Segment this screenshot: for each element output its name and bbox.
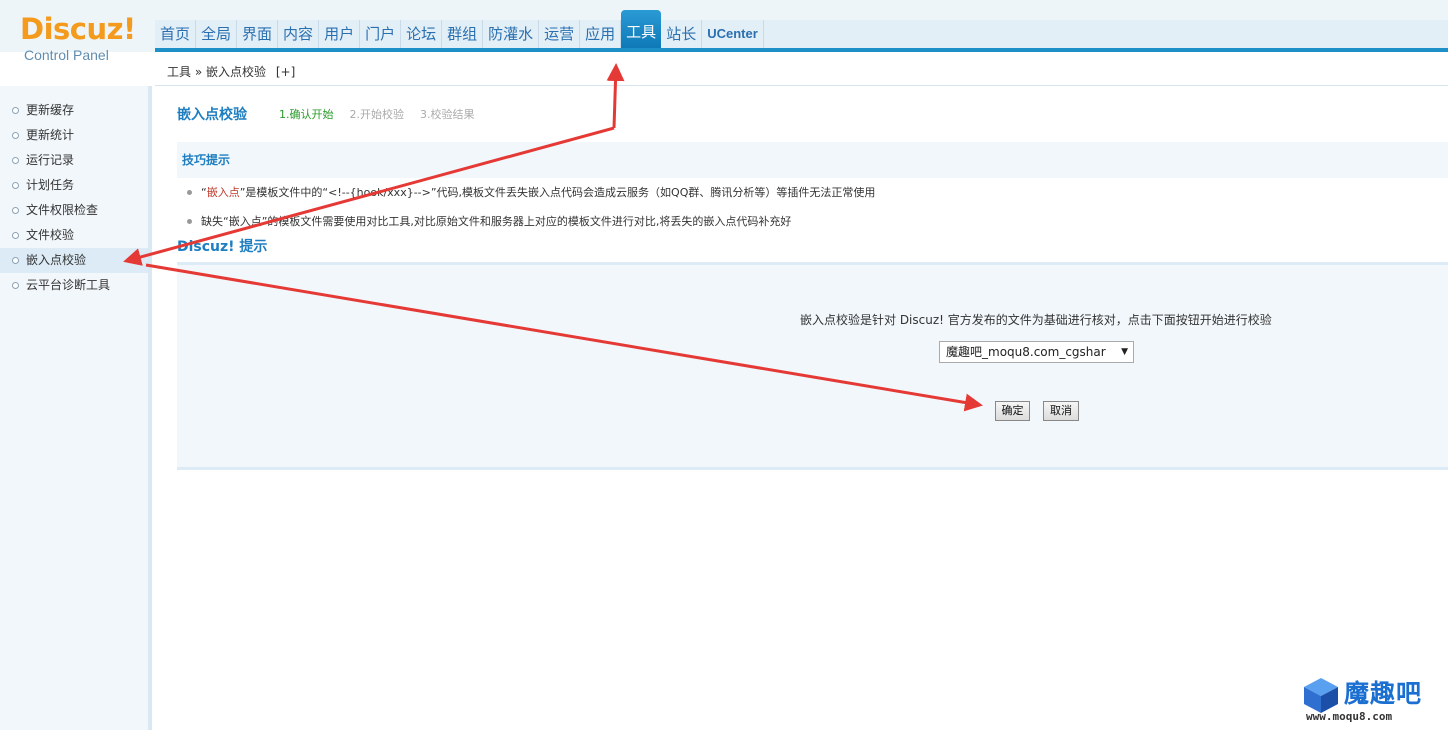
sidebar-item-label: 云平台诊断工具 bbox=[26, 278, 111, 292]
nav-item-admin[interactable]: 站长 bbox=[661, 20, 703, 48]
bullet-icon bbox=[12, 257, 19, 264]
chevron-down-icon: ▼ bbox=[1121, 347, 1128, 357]
sidebar-item-label: 更新统计 bbox=[26, 128, 75, 142]
logo[interactable]: Discuz! Control Panel bbox=[0, 0, 152, 86]
sidebar-item-label: 运行记录 bbox=[26, 153, 75, 167]
notice-box: 嵌入点校验是针对 Discuz! 官方发布的文件为基础进行核对，点击下面按钮开始… bbox=[177, 262, 1448, 470]
nav-item-antispam[interactable]: 防灌水 bbox=[483, 20, 540, 48]
breadcrumb-add-link[interactable]: [+] bbox=[276, 65, 295, 79]
select-value: 魔趣吧_moqu8.com_cgshar bbox=[946, 345, 1106, 359]
sidebar-item-file-perms[interactable]: 文件权限检查 bbox=[0, 198, 148, 223]
nav-item-app[interactable]: 应用 bbox=[580, 20, 622, 48]
tip-text-post: ”是模板文件中的“<!--{hook/xxx}-->”代码,模板文件丢失嵌入点代… bbox=[239, 186, 876, 199]
sidebar-item-file-check[interactable]: 文件校验 bbox=[0, 223, 148, 248]
logo-subtitle: Control Panel bbox=[24, 47, 109, 63]
nav-item-home[interactable]: 首页 bbox=[155, 20, 197, 48]
notice-message: 嵌入点校验是针对 Discuz! 官方发布的文件为基础进行核对，点击下面按钮开始… bbox=[800, 313, 1272, 327]
nav-item-tools[interactable]: 工具 bbox=[621, 10, 662, 48]
bullet-icon bbox=[187, 219, 192, 224]
nav-item-portal[interactable]: 门户 bbox=[360, 20, 402, 48]
sidebar-item-label: 文件校验 bbox=[26, 228, 75, 242]
nav-item-forum[interactable]: 论坛 bbox=[401, 20, 443, 48]
bullet-icon bbox=[12, 207, 19, 214]
sidebar-item-update-cache[interactable]: 更新缓存 bbox=[0, 98, 148, 123]
tip-item: 缺失“嵌入点”的模板文件需要使用对比工具,对比原始文件和服务器上对应的模板文件进… bbox=[187, 207, 1448, 236]
sidebar-item-run-log[interactable]: 运行记录 bbox=[0, 148, 148, 173]
template-select[interactable]: 魔趣吧_moqu8.com_cgshar ▼ bbox=[939, 341, 1134, 363]
breadcrumb-separator: » bbox=[194, 65, 203, 79]
sidebar-item-label: 计划任务 bbox=[26, 178, 75, 192]
bullet-icon bbox=[12, 282, 19, 289]
breadcrumb: 工具 » 嵌入点校验 [+] bbox=[167, 63, 295, 80]
tip-highlight: 嵌入点 bbox=[206, 186, 240, 199]
cancel-button[interactable]: 取消 bbox=[1043, 401, 1079, 421]
tips-header: 技巧提示 bbox=[177, 142, 1448, 178]
nav-item-operation[interactable]: 运营 bbox=[539, 20, 581, 48]
title-row: 嵌入点校验 1.确认开始 2.开始校验 3.校验结果 bbox=[177, 100, 1448, 128]
nav-item-ucenter[interactable]: UCenter bbox=[702, 20, 764, 48]
bullet-icon bbox=[187, 190, 192, 195]
step-start: 2.开始校验 bbox=[349, 108, 405, 121]
step-confirm: 1.确认开始 bbox=[279, 108, 334, 121]
nav-item-user[interactable]: 用户 bbox=[319, 20, 361, 48]
breadcrumb-page: 嵌入点校验 bbox=[206, 65, 267, 79]
sidebar-item-label: 嵌入点校验 bbox=[26, 253, 87, 267]
sidebar-item-update-stats[interactable]: 更新统计 bbox=[0, 123, 148, 148]
bullet-icon bbox=[12, 232, 19, 239]
watermark: 魔趣吧 www.moqu8.com bbox=[1300, 674, 1440, 726]
notice-title: Discuz! 提示 bbox=[177, 239, 268, 255]
step-result: 3.校验结果 bbox=[420, 108, 475, 121]
logo-text: Discuz! bbox=[20, 12, 136, 46]
sidebar-item-hook-check[interactable]: 嵌入点校验 bbox=[0, 248, 148, 273]
tip-item: “嵌入点”是模板文件中的“<!--{hook/xxx}-->”代码,模板文件丢失… bbox=[187, 178, 1448, 207]
main-content: 嵌入点校验 1.确认开始 2.开始校验 3.校验结果 技巧提示 “嵌入点”是模板… bbox=[177, 100, 1448, 236]
cube-logo-icon bbox=[1304, 678, 1338, 713]
tip-text-pre: 缺失“嵌入点”的模板文件需要使用对比工具,对比原始文件和服务器上对应的模板文件进… bbox=[201, 215, 792, 228]
sidebar: 更新缓存 更新统计 运行记录 计划任务 文件权限检查 文件校验 嵌入点校验 云平… bbox=[0, 86, 152, 730]
breadcrumb-section[interactable]: 工具 bbox=[167, 65, 191, 79]
nav-item-global[interactable]: 全局 bbox=[196, 20, 238, 48]
nav-item-group[interactable]: 群组 bbox=[442, 20, 484, 48]
page-title: 嵌入点校验 bbox=[177, 107, 247, 123]
tips-list: “嵌入点”是模板文件中的“<!--{hook/xxx}-->”代码,模板文件丢失… bbox=[177, 178, 1448, 236]
sidebar-item-label: 更新缓存 bbox=[26, 103, 75, 117]
confirm-button[interactable]: 确定 bbox=[995, 401, 1030, 421]
sidebar-item-cron[interactable]: 计划任务 bbox=[0, 173, 148, 198]
sidebar-item-cloud-diagnose[interactable]: 云平台诊断工具 bbox=[0, 273, 148, 298]
bullet-icon bbox=[12, 157, 19, 164]
watermark-url: www.moqu8.com bbox=[1306, 710, 1393, 723]
bullet-icon bbox=[12, 182, 19, 189]
watermark-name: 魔趣吧 bbox=[1344, 679, 1423, 708]
bullet-icon bbox=[12, 107, 19, 114]
breadcrumb-bar: 工具 » 嵌入点校验 [+] bbox=[155, 52, 1448, 86]
bullet-icon bbox=[12, 132, 19, 139]
nav-item-content[interactable]: 内容 bbox=[278, 20, 320, 48]
nav-item-style[interactable]: 界面 bbox=[237, 20, 279, 48]
admin-page: Discuz! Control Panel 首页 全局 界面 内容 用户 门户 … bbox=[0, 0, 1448, 730]
sidebar-item-label: 文件权限检查 bbox=[26, 203, 99, 217]
top-nav: 首页 全局 界面 内容 用户 门户 论坛 群组 防灌水 运营 应用 工具 站长 … bbox=[155, 10, 764, 48]
